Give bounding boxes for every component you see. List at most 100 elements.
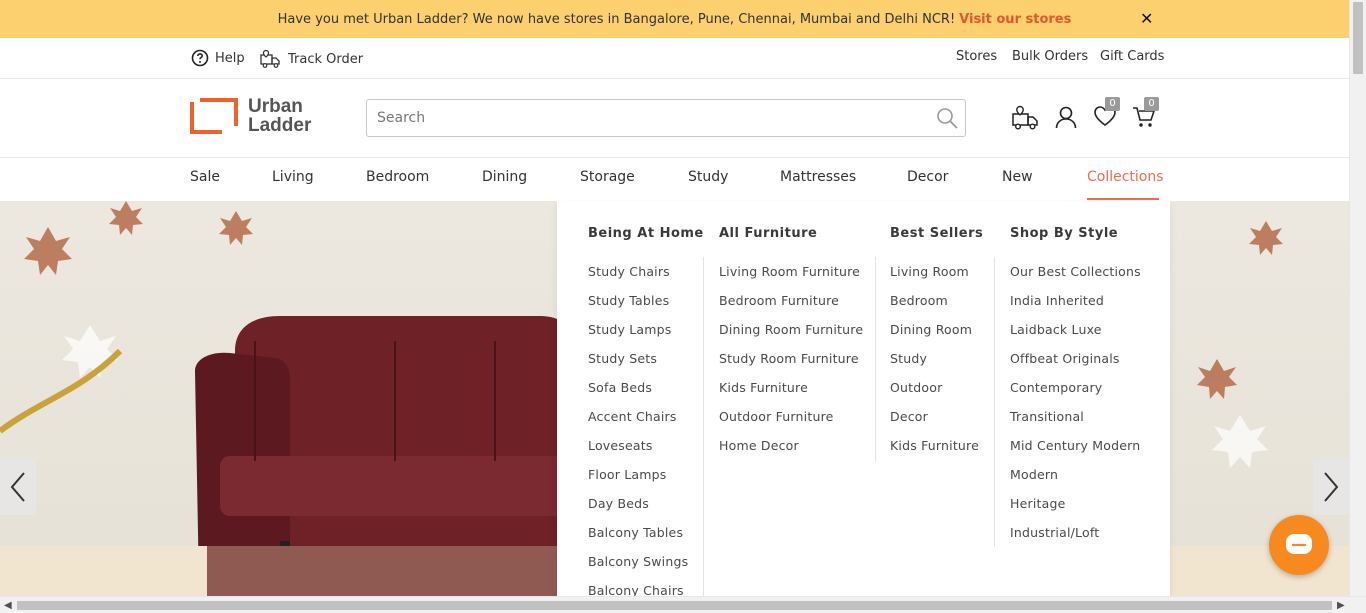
track-order-icon [260,49,280,68]
carousel-prev-button[interactable] [0,459,36,515]
menu-column-heading: All Furniture [719,226,818,241]
stores-link[interactable]: Stores [956,49,997,64]
menu-link[interactable]: Decor [890,409,979,438]
menu-link[interactable]: Dining Room [890,322,979,351]
menu-column-list: Living Room Furniture Bedroom Furniture … [719,264,863,467]
menu-link[interactable]: Study Sets [588,351,688,380]
menu-link[interactable]: Balcony Tables [588,525,688,554]
vertical-scrollbar[interactable] [1349,0,1366,596]
menu-link[interactable]: Floor Lamps [588,467,688,496]
menu-link[interactable]: Mid Century Modern [1010,438,1141,467]
cart-button[interactable]: 0 [1132,97,1159,133]
account-button[interactable] [1054,105,1078,133]
utility-bar: Help Track Order Stores Bulk Orders Gift… [0,38,1349,79]
visit-stores-link[interactable]: Visit our stores [959,12,1071,27]
menu-link[interactable]: Kids Furniture [890,438,979,467]
cart-count-badge: 0 [1144,97,1159,111]
menu-link[interactable]: Study Chairs [588,264,688,293]
nav-item-dining[interactable]: Dining [482,169,527,185]
menu-divider [875,257,876,462]
announcement-bar: Have you met Urban Ladder? We now have s… [0,0,1349,38]
nav-item-decor[interactable]: Decor [907,169,948,185]
menu-link[interactable]: Study Lamps [588,322,688,351]
announcement-text: Have you met Urban Ladder? We now have s… [277,11,956,27]
menu-column-list: Our Best Collections India Inherited Lai… [1010,264,1141,554]
menu-link[interactable]: Sofa Beds [588,380,688,409]
chevron-left-icon [10,472,25,502]
nav-item-collections[interactable]: Collections [1087,169,1164,185]
menu-link[interactable]: Study [890,351,979,380]
logo-line1: Urban [248,96,303,117]
wishlist-button[interactable]: 0 [1093,97,1120,131]
menu-divider [703,257,704,596]
delivery-button[interactable] [1012,105,1040,135]
menu-link[interactable]: Industrial/Loft [1010,525,1141,554]
bulk-orders-link[interactable]: Bulk Orders [1012,49,1088,64]
menu-link[interactable]: Loveseats [588,438,688,467]
nav-item-sale[interactable]: Sale [190,169,220,185]
header: Urban Ladder 0 0 [0,79,1349,158]
menu-link[interactable]: Kids Furniture [719,380,863,409]
menu-link[interactable]: Outdoor [890,380,979,409]
menu-link[interactable]: Offbeat Originals [1010,351,1141,380]
track-order-link[interactable]: Track Order [260,49,363,69]
delivery-truck-icon [1012,105,1038,130]
menu-link[interactable]: India Inherited [1010,293,1141,322]
vertical-scrollbar-thumb[interactable] [1353,2,1363,74]
menu-link[interactable]: Balcony Swings [588,554,688,583]
close-announcement-icon[interactable]: ✕ [1140,9,1153,28]
menu-column-heading: Best Sellers [890,226,984,241]
menu-link[interactable]: Balcony Chairs [588,583,688,596]
menu-link[interactable]: Bedroom [890,293,979,322]
menu-column-list: Study Chairs Study Tables Study Lamps St… [588,264,688,596]
menu-link[interactable]: Outdoor Furniture [719,409,863,438]
logo-text: Urban Ladder [248,97,311,135]
search-input[interactable] [367,100,927,136]
nav-item-storage[interactable]: Storage [580,169,635,185]
chat-button[interactable] [1269,515,1329,575]
menu-link[interactable]: Day Beds [588,496,688,525]
search-icon[interactable] [935,106,959,130]
gift-cards-link[interactable]: Gift Cards [1100,49,1164,64]
menu-link[interactable]: Dining Room Furniture [719,322,863,351]
horizontal-scrollbar[interactable]: ◀ ▶ [0,596,1366,613]
nav-item-new[interactable]: New [1002,169,1033,185]
menu-column-heading: Being At Home [588,226,704,241]
nav-item-living[interactable]: Living [272,169,314,185]
menu-link[interactable]: Our Best Collections [1010,264,1141,293]
logo-mark-icon [190,98,238,134]
help-label: Help [215,50,245,66]
page: Have you met Urban Ladder? We now have s… [0,0,1366,613]
menu-column-list: Living Room Bedroom Dining Room Study Ou… [890,264,979,467]
search-box [366,99,966,137]
menu-link[interactable]: Bedroom Furniture [719,293,863,322]
help-link[interactable]: Help [191,49,245,67]
menu-link[interactable]: Transitional [1010,409,1141,438]
main-nav: Sale Living Bedroom Dining Storage Study… [0,158,1349,201]
menu-link[interactable]: Heritage [1010,496,1141,525]
menu-link[interactable]: Home Decor [719,438,863,467]
scroll-right-arrow-icon[interactable]: ▶ [1337,600,1345,611]
menu-link[interactable]: Accent Chairs [588,409,688,438]
menu-link[interactable]: Living Room [890,264,979,293]
horizontal-scrollbar-thumb[interactable] [17,601,1332,610]
nav-item-mattresses[interactable]: Mattresses [780,169,856,185]
menu-link[interactable]: Contemporary [1010,380,1141,409]
chat-bubble-icon [1286,534,1312,554]
menu-link[interactable]: Study Tables [588,293,688,322]
menu-link[interactable]: Study Room Furniture [719,351,863,380]
help-icon [191,49,209,67]
nav-item-bedroom[interactable]: Bedroom [366,169,429,185]
active-nav-underline [1087,198,1159,200]
nav-item-study[interactable]: Study [688,169,728,185]
scroll-left-arrow-icon[interactable]: ◀ [4,600,12,611]
carousel-next-button[interactable] [1313,459,1349,515]
menu-divider [994,257,995,547]
urban-ladder-logo[interactable]: Urban Ladder [190,97,311,135]
menu-link[interactable]: Modern [1010,467,1141,496]
menu-link[interactable]: Living Room Furniture [719,264,863,293]
menu-column-heading: Shop By Style [1010,226,1119,241]
user-icon [1055,106,1077,129]
menu-link[interactable]: Laidback Luxe [1010,322,1141,351]
wishlist-count-badge: 0 [1105,97,1120,111]
